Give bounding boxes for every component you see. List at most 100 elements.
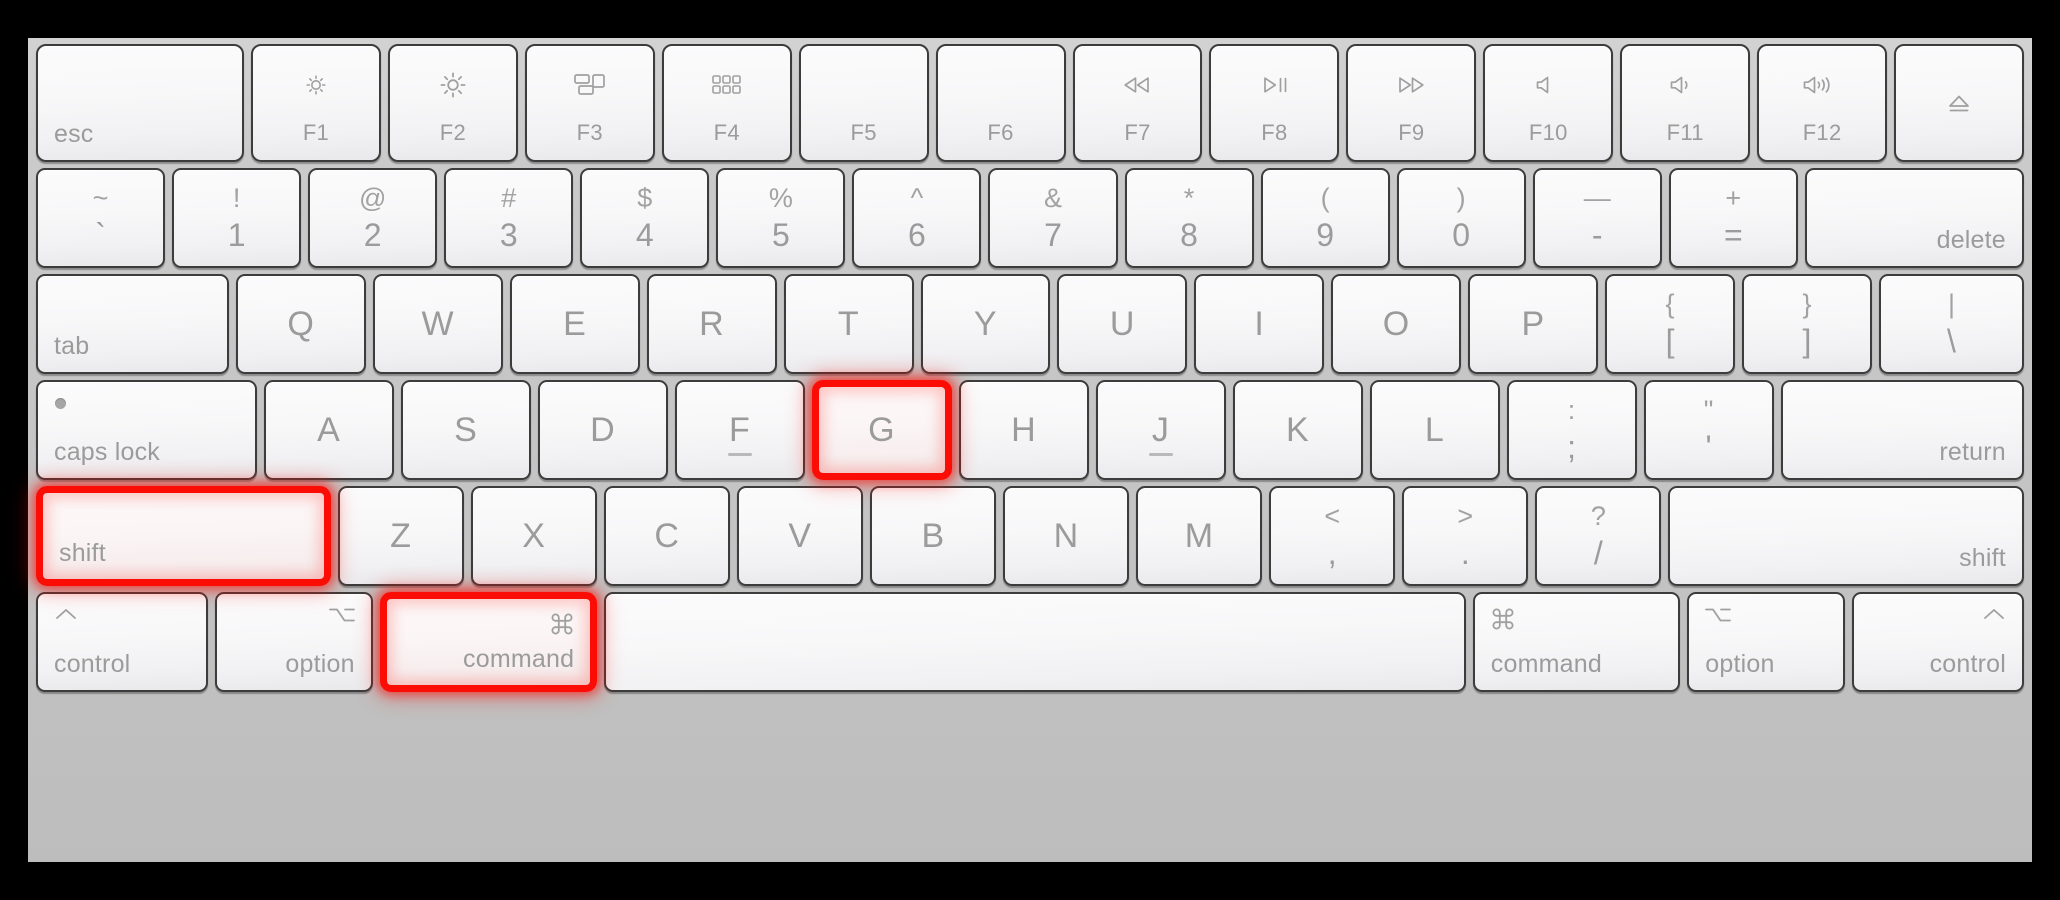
control-caret-icon xyxy=(1981,606,2007,622)
key-0[interactable]: ) 0 xyxy=(1396,168,1526,268)
key-f[interactable]: F xyxy=(674,380,805,480)
key-comma[interactable]: < , xyxy=(1269,486,1396,586)
key-a[interactable]: A xyxy=(263,380,394,480)
key-bracket-right-legend: } ] xyxy=(1744,276,1870,372)
key-c[interactable]: C xyxy=(603,486,730,586)
key-f6[interactable]: F6 xyxy=(935,44,1066,162)
key-control-left[interactable]: control xyxy=(36,592,208,692)
key-2-upper: @ xyxy=(358,183,387,213)
key-3[interactable]: # 3 xyxy=(444,168,574,268)
key-r[interactable]: R xyxy=(646,274,777,374)
key-u[interactable]: U xyxy=(1057,274,1188,374)
key-5[interactable]: % 5 xyxy=(716,168,846,268)
key-g[interactable]: G xyxy=(811,380,952,480)
key-w[interactable]: W xyxy=(372,274,503,374)
key-option-right[interactable]: option xyxy=(1687,592,1846,692)
key-y[interactable]: Y xyxy=(920,274,1051,374)
key-semicolon-lower: ; xyxy=(1567,429,1576,465)
key-space[interactable] xyxy=(604,592,1466,692)
key-shift-left[interactable]: shift xyxy=(36,486,331,586)
key-period[interactable]: > . xyxy=(1402,486,1529,586)
key-6[interactable]: ^ 6 xyxy=(852,168,982,268)
key-f7[interactable]: F7 xyxy=(1072,44,1203,162)
key-control-right-label: control xyxy=(1929,650,2006,678)
key-9[interactable]: ( 9 xyxy=(1260,168,1390,268)
key-hyphen[interactable]: — - xyxy=(1532,168,1662,268)
key-o-label: O xyxy=(1382,304,1410,343)
key-9-upper: ( xyxy=(1320,183,1330,213)
key-k-label: K xyxy=(1285,410,1310,449)
key-delete[interactable]: delete xyxy=(1804,168,2024,268)
key-f5-label: F5 xyxy=(850,120,877,145)
key-4[interactable]: $ 4 xyxy=(580,168,710,268)
key-quote[interactable]: " ' xyxy=(1643,380,1774,480)
key-bracket-left[interactable]: { [ xyxy=(1605,274,1736,374)
key-f4[interactable]: F4 xyxy=(661,44,792,162)
key-5-lower: 5 xyxy=(771,217,790,253)
key-s[interactable]: S xyxy=(400,380,531,480)
key-f10[interactable]: F10 xyxy=(1483,44,1614,162)
key-bracket-right[interactable]: } ] xyxy=(1742,274,1872,374)
key-f9-label: F9 xyxy=(1398,120,1425,145)
key-b[interactable]: B xyxy=(870,486,997,586)
key-n[interactable]: N xyxy=(1003,486,1130,586)
key-semicolon[interactable]: : ; xyxy=(1506,380,1637,480)
key-delete-label: delete xyxy=(1936,226,2006,254)
key-j[interactable]: J xyxy=(1095,380,1226,480)
key-f1[interactable]: F1 xyxy=(251,44,381,162)
key-f2[interactable]: F2 xyxy=(387,44,518,162)
key-x[interactable]: X xyxy=(470,486,597,586)
key-eject[interactable] xyxy=(1894,44,2024,162)
key-8[interactable]: * 8 xyxy=(1124,168,1254,268)
key-f8[interactable]: F8 xyxy=(1209,44,1340,162)
key-8-lower: 8 xyxy=(1180,217,1198,253)
key-command-right[interactable]: command xyxy=(1472,592,1681,692)
key-l[interactable]: L xyxy=(1369,380,1500,480)
key-f5[interactable]: F5 xyxy=(798,44,929,162)
key-i[interactable]: I xyxy=(1194,274,1325,374)
key-option-right-label: option xyxy=(1705,650,1775,678)
key-h[interactable]: H xyxy=(958,380,1089,480)
key-2[interactable]: @ 2 xyxy=(308,168,438,268)
key-t-label: T xyxy=(837,304,860,343)
key-z[interactable]: Z xyxy=(337,486,464,586)
key-f11[interactable]: F11 xyxy=(1620,44,1751,162)
key-e[interactable]: E xyxy=(509,274,640,374)
key-9-lower: 9 xyxy=(1316,217,1334,253)
mission-control-icon xyxy=(527,68,653,102)
key-f3[interactable]: F3 xyxy=(524,44,655,162)
key-equals[interactable]: + = xyxy=(1668,168,1798,268)
key-g-label: G xyxy=(868,410,896,449)
key-backslash[interactable]: | \ xyxy=(1878,274,2024,374)
key-d[interactable]: D xyxy=(537,380,668,480)
key-a-label: A xyxy=(317,410,341,449)
key-return[interactable]: return xyxy=(1780,380,2024,480)
key-option-left[interactable]: option xyxy=(214,592,373,692)
key-3-lower: 3 xyxy=(499,217,518,253)
key-v[interactable]: V xyxy=(736,486,863,586)
key-p[interactable]: P xyxy=(1468,274,1599,374)
key-f12[interactable]: F12 xyxy=(1757,44,1888,162)
key-1[interactable]: ! 1 xyxy=(172,168,302,268)
key-backtick[interactable]: ~ ` xyxy=(36,168,166,268)
key-caps-lock[interactable]: caps lock xyxy=(36,380,257,480)
key-f9[interactable]: F9 xyxy=(1346,44,1477,162)
key-esc[interactable]: esc xyxy=(36,44,244,162)
key-command-left[interactable]: command xyxy=(379,592,598,692)
key-slash[interactable]: ? / xyxy=(1535,486,1662,586)
key-semicolon-legend: : ; xyxy=(1509,382,1635,478)
key-control-right[interactable]: control xyxy=(1852,592,2024,692)
key-t[interactable]: T xyxy=(783,274,914,374)
key-o[interactable]: O xyxy=(1331,274,1462,374)
key-q[interactable]: Q xyxy=(235,274,366,374)
control-caret-icon xyxy=(53,606,79,622)
key-k[interactable]: K xyxy=(1232,380,1363,480)
key-hyphen-upper: — xyxy=(1583,183,1611,213)
key-command-left-label: command xyxy=(463,645,575,673)
key-m[interactable]: M xyxy=(1136,486,1263,586)
key-shift-right[interactable]: shift xyxy=(1668,486,2024,586)
key-control-left-label: control xyxy=(54,650,131,678)
key-m-label: M xyxy=(1184,516,1214,555)
key-tab[interactable]: tab xyxy=(36,274,229,374)
key-7[interactable]: & 7 xyxy=(988,168,1118,268)
